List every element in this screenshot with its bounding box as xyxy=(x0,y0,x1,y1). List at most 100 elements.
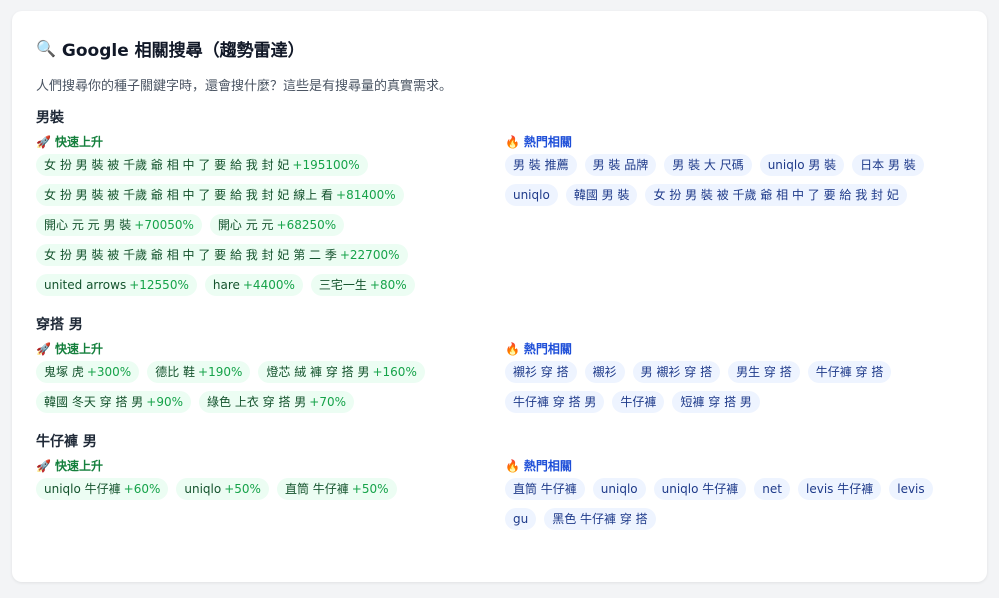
hot-keyword-chip[interactable]: 韓國 男 裝 xyxy=(565,184,638,206)
keyword-term: uniqlo xyxy=(184,482,222,496)
growth-percent: +90% xyxy=(146,395,183,409)
hot-keyword-chip[interactable]: net xyxy=(754,478,790,500)
rising-keyword-chip[interactable]: uniqlo +50% xyxy=(176,478,269,500)
hot-label: 🔥 熱門相關 xyxy=(505,457,963,475)
card-title: 🔍 Google 相關搜尋（趨勢雷達） xyxy=(36,35,963,61)
growth-percent: +22700% xyxy=(339,248,400,262)
growth-percent: +50% xyxy=(224,482,261,496)
keyword-term: 三宅一生 xyxy=(318,278,367,292)
rocket-icon: 🚀 xyxy=(36,459,51,473)
keyword-section: 牛仔褲 男 🚀 快速上升 uniqlo 牛仔褲 +60% uniqlo +50% 直筒 牛仔褲… xyxy=(36,431,963,538)
growth-percent: +195100% xyxy=(292,158,360,172)
hot-keyword-chip[interactable]: 牛仔褲 穿 搭 xyxy=(807,361,892,383)
card-description: 人們搜尋你的種子關鍵字時，還會搜什麼？這些是有搜尋量的真實需求。 xyxy=(36,79,453,94)
growth-percent: +68250% xyxy=(276,218,337,232)
rising-keyword-chip[interactable]: 開心 元 元 男 裝 +70050% xyxy=(36,214,202,236)
hot-chip-list: 襯衫 穿 搭襯衫男 襯衫 穿 搭男生 穿 搭牛仔褲 穿 搭牛仔褲 穿 搭 男牛仔… xyxy=(504,361,963,421)
rising-label: 🚀 快速上升 xyxy=(36,457,505,475)
keyword-term: 燈芯 絨 褲 穿 搭 男 xyxy=(266,365,370,379)
rising-keyword-chip[interactable]: 鬼塚 虎 +300% xyxy=(36,361,140,383)
rising-keyword-chip[interactable]: 開心 元 元 +68250% xyxy=(209,214,345,236)
hot-keyword-chip[interactable]: 男生 穿 搭 xyxy=(728,361,800,383)
hot-keyword-chip[interactable]: 男 裝 品牌 xyxy=(584,154,657,176)
hot-column: 🔥 熱門相關襯衫 穿 搭襯衫男 襯衫 穿 搭男生 穿 搭牛仔褲 穿 搭牛仔褲 穿 … xyxy=(504,336,963,421)
growth-percent: +12550% xyxy=(129,278,189,292)
rising-label-text: 快速上升 xyxy=(54,135,103,149)
growth-percent: +81400% xyxy=(336,188,396,202)
hot-keyword-chip[interactable]: gu xyxy=(504,508,537,530)
hot-keyword-chip[interactable]: 男 裝 大 尺碼 xyxy=(664,154,752,176)
hot-label: 🔥 熱門相關 xyxy=(505,133,963,151)
rising-label-text: 快速上升 xyxy=(54,459,103,473)
keyword-term: 女 扮 男 裝 被 千歲 爺 相 中 了 要 給 我 封 妃 線上 看 xyxy=(44,188,334,202)
section-columns: 🚀 快速上升 uniqlo 牛仔褲 +60% uniqlo +50% 直筒 牛仔褲 +50% 🔥… xyxy=(36,453,963,538)
growth-percent: +160% xyxy=(372,365,417,379)
rising-keyword-chip[interactable]: united arrows +12550% xyxy=(36,274,197,296)
hot-keyword-chip[interactable]: 襯衫 xyxy=(584,361,625,383)
rising-chip-list: 女 扮 男 裝 被 千歲 爺 相 中 了 要 給 我 封 妃 +195100% 女 … xyxy=(36,154,505,304)
sections-container: 男裝 🚀 快速上升女 扮 男 裝 被 千歲 爺 相 中 了 要 給 我 封 妃 +19… xyxy=(36,107,963,538)
hot-keyword-chip[interactable]: 男 裝 推薦 xyxy=(504,154,577,176)
hot-keyword-chip[interactable]: 日本 男 裝 xyxy=(852,154,924,176)
growth-percent: +190% xyxy=(198,365,243,379)
hot-keyword-chip[interactable]: 襯衫 穿 搭 xyxy=(504,361,577,383)
rising-keyword-chip[interactable]: 韓國 冬天 穿 搭 男 +90% xyxy=(36,391,191,413)
rising-keyword-chip[interactable]: 女 扮 男 裝 被 千歲 爺 相 中 了 要 給 我 封 妃 第 二 季 +227… xyxy=(36,244,408,266)
keyword-term: 直筒 牛仔褲 xyxy=(284,482,349,496)
trend-radar-card: 🔍 Google 相關搜尋（趨勢雷達） 人們搜尋你的種子關鍵字時，還會搜什麼？這… xyxy=(12,11,987,582)
hot-keyword-chip[interactable]: uniqlo 男 裝 xyxy=(759,154,845,176)
hot-chip-list: 直筒 牛仔褲 uniqlo uniqlo 牛仔褲 net levis 牛仔褲 levis g… xyxy=(504,478,963,538)
section-columns: 🚀 快速上升女 扮 男 裝 被 千歲 爺 相 中 了 要 給 我 封 妃 +1951… xyxy=(36,129,963,304)
rising-chip-list: 鬼塚 虎 +300% 德比 鞋 +190% 燈芯 絨 褲 穿 搭 男 +160% 韓國 冬天… xyxy=(36,361,505,421)
card-title-text: Google 相關搜尋（趨勢雷達） xyxy=(61,40,305,61)
hot-keyword-chip[interactable]: 牛仔褲 xyxy=(612,391,665,413)
keyword-term: united arrows xyxy=(44,278,127,292)
rising-keyword-chip[interactable]: uniqlo 牛仔褲 +60% xyxy=(36,478,169,500)
rising-column: 🚀 快速上升女 扮 男 裝 被 千歲 爺 相 中 了 要 給 我 封 妃 +1951… xyxy=(36,129,505,304)
hot-label-text: 熱門相關 xyxy=(523,135,572,149)
hot-keyword-chip[interactable]: 牛仔褲 穿 搭 男 xyxy=(504,391,605,413)
rising-keyword-chip[interactable]: 三宅一生 +80% xyxy=(310,274,415,296)
rocket-icon: 🚀 xyxy=(36,135,51,149)
hot-column: 🔥 熱門相關男 裝 推薦男 裝 品牌男 裝 大 尺碼 uniqlo 男 裝日本 男 … xyxy=(504,129,963,304)
rising-keyword-chip[interactable]: 直筒 牛仔褲 +50% xyxy=(276,478,397,500)
hot-label: 🔥 熱門相關 xyxy=(505,340,963,358)
growth-percent: +80% xyxy=(369,278,407,292)
keyword-section: 穿搭 男 🚀 快速上升 鬼塚 虎 +300% 德比 鞋 +190% 燈芯 絨 褲 穿 搭 男 +… xyxy=(36,314,963,421)
search-icon: 🔍 xyxy=(36,38,56,58)
keyword-section: 男裝 🚀 快速上升女 扮 男 裝 被 千歲 爺 相 中 了 要 給 我 封 妃 +19… xyxy=(36,107,963,304)
section-title: 牛仔褲 男 xyxy=(36,434,97,450)
rising-label: 🚀 快速上升 xyxy=(36,133,505,151)
keyword-term: 女 扮 男 裝 被 千歲 爺 相 中 了 要 給 我 封 妃 xyxy=(44,158,290,172)
growth-percent: +50% xyxy=(351,482,389,496)
hot-keyword-chip[interactable]: uniqlo 牛仔褲 xyxy=(653,478,747,500)
growth-percent: +60% xyxy=(123,482,161,496)
keyword-term: 綠色 上衣 穿 搭 男 xyxy=(207,395,307,409)
hot-keyword-chip[interactable]: 短褲 穿 搭 男 xyxy=(672,391,760,413)
hot-label-text: 熱門相關 xyxy=(523,459,572,473)
hot-keyword-chip[interactable]: 直筒 牛仔褲 xyxy=(504,478,585,500)
growth-percent: +70% xyxy=(309,395,346,409)
rising-keyword-chip[interactable]: 綠色 上衣 穿 搭 男 +70% xyxy=(199,391,354,413)
rising-keyword-chip[interactable]: 德比 鞋 +190% xyxy=(147,361,251,383)
rising-keyword-chip[interactable]: hare +4400% xyxy=(204,274,303,296)
hot-keyword-chip[interactable]: 黑色 牛仔褲 穿 搭 xyxy=(544,508,656,530)
hot-label-text: 熱門相關 xyxy=(523,342,572,356)
section-title: 穿搭 男 xyxy=(36,317,83,333)
rocket-icon: 🚀 xyxy=(36,342,51,356)
hot-chip-list: 男 裝 推薦男 裝 品牌男 裝 大 尺碼 uniqlo 男 裝日本 男 裝 uniq… xyxy=(504,154,963,214)
keyword-term: 女 扮 男 裝 被 千歲 爺 相 中 了 要 給 我 封 妃 第 二 季 xyxy=(44,248,337,262)
hot-keyword-chip[interactable]: 女 扮 男 裝 被 千歲 爺 相 中 了 要 給 我 封 妃 xyxy=(645,184,907,206)
rising-chip-list: uniqlo 牛仔褲 +60% uniqlo +50% 直筒 牛仔褲 +50% xyxy=(36,478,505,508)
rising-keyword-chip[interactable]: 女 扮 男 裝 被 千歲 爺 相 中 了 要 給 我 封 妃 線上 看 +8140… xyxy=(36,184,404,206)
section-columns: 🚀 快速上升 鬼塚 虎 +300% 德比 鞋 +190% 燈芯 絨 褲 穿 搭 男 +160%… xyxy=(36,336,963,421)
growth-percent: +4400% xyxy=(242,278,295,292)
rising-keyword-chip[interactable]: 燈芯 絨 褲 穿 搭 男 +160% xyxy=(258,361,425,383)
hot-keyword-chip[interactable]: uniqlo xyxy=(592,478,646,500)
rising-keyword-chip[interactable]: 女 扮 男 裝 被 千歲 爺 相 中 了 要 給 我 封 妃 +195100% xyxy=(36,154,368,176)
hot-keyword-chip[interactable]: 男 襯衫 穿 搭 xyxy=(632,361,721,383)
hot-keyword-chip[interactable]: uniqlo xyxy=(504,184,558,206)
keyword-term: 鬼塚 虎 xyxy=(44,365,84,379)
hot-keyword-chip[interactable]: levis 牛仔褲 xyxy=(798,478,882,500)
hot-keyword-chip[interactable]: levis xyxy=(889,478,933,500)
